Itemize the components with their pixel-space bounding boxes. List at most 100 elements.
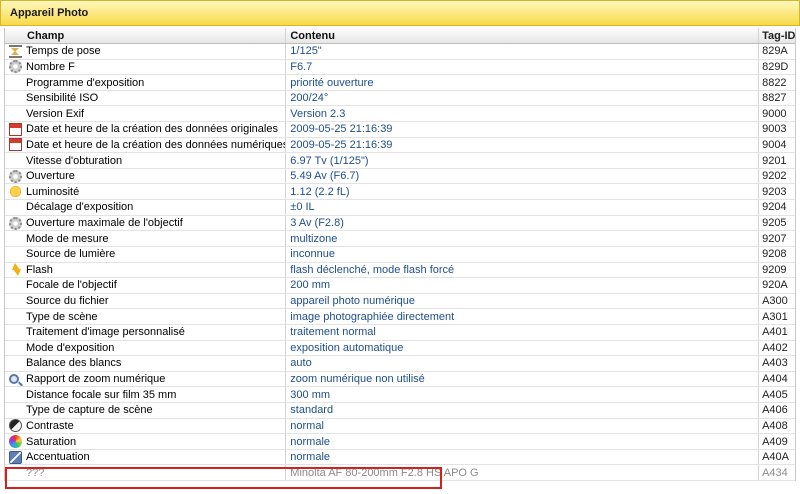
column-header-tag[interactable]: Tag-ID: [759, 28, 795, 43]
table-row[interactable]: Temps de pose 1/125" 829A: [5, 44, 795, 60]
panel-header: Appareil Photo: [0, 0, 800, 26]
blank-icon: [9, 326, 22, 339]
tag-cell: A408: [762, 419, 788, 432]
tag-cell: A402: [762, 341, 788, 354]
table-row[interactable]: Traitement d'image personnalisé traitemen…: [5, 324, 795, 341]
tag-cell: 8827: [762, 92, 787, 105]
table-row[interactable]: Décalage d'exposition ±0 IL 9204: [5, 200, 795, 216]
field-cell: Date et heure de la création des données…: [5, 137, 287, 153]
panel-title: Appareil Photo: [10, 7, 89, 19]
field-label: ???: [26, 466, 45, 479]
table-body: Temps de pose 1/125" 829A Nombre F F6.7 829D P…: [5, 44, 795, 482]
table-row[interactable]: Type de capture de scène standard A406: [5, 403, 795, 419]
table-row[interactable]: Version Exif Version 2.3 9000: [5, 106, 795, 123]
table-row[interactable]: Accentuation normale A40A: [5, 449, 795, 466]
field-label: Distance focale sur film 35 mm: [26, 388, 177, 401]
tag-cell: A405: [762, 388, 788, 401]
value-cell: 200 mm: [286, 278, 760, 293]
table-row[interactable]: Sensibilité ISO 200/24° 8827: [5, 90, 795, 107]
table-row[interactable]: Focale de l'objectif 200 mm 920A: [5, 278, 795, 294]
value-cell: inconnue: [286, 246, 760, 262]
field-label: Type de scène: [26, 310, 98, 323]
value-cell: 5.49 Av (F6.7): [286, 168, 760, 184]
table-row[interactable]: Date et heure de la création des données…: [5, 122, 795, 138]
aperture-icon: [9, 60, 22, 74]
blank-icon: [9, 201, 22, 214]
field-cell: Programme d'exposition: [5, 75, 287, 90]
table-row[interactable]: Nombre F F6.7 829D: [5, 59, 795, 76]
table-row[interactable]: ??? Minolta AF 80-200mm F2.8 HS APO G A434: [5, 465, 795, 482]
tag-cell: 8822: [762, 76, 787, 89]
blank-icon: [9, 107, 22, 120]
field-label: Ouverture maximale de l'objectif: [26, 217, 183, 229]
field-label: Date et heure de la création des données…: [26, 123, 278, 136]
aperture-icon: [9, 169, 22, 183]
table-row[interactable]: Programme d'exposition priorité ouverture…: [5, 75, 795, 91]
field-label: Type de capture de scène: [26, 404, 153, 417]
value-cell: 1.12 (2.2 fL): [286, 184, 760, 200]
tag-cell: 920A: [762, 279, 788, 292]
value-cell: appareil photo numérique: [286, 293, 760, 309]
field-label: Version Exif: [26, 107, 85, 120]
field-label: Temps de pose: [26, 45, 101, 58]
value-cell: normal: [286, 418, 760, 434]
value-cell: exposition automatique: [286, 340, 760, 356]
blank-icon: [9, 310, 22, 323]
tag-cell: 9003: [762, 123, 787, 136]
table-row[interactable]: Contraste normal A408: [5, 418, 795, 435]
field-cell: Ouverture maximale de l'objectif: [5, 215, 287, 231]
table-row[interactable]: Balance des blancs auto A403: [5, 356, 795, 372]
field-cell: Vitesse d'obturation: [5, 153, 287, 168]
table-row[interactable]: Mode d'exposition exposition automatique A…: [5, 340, 795, 357]
table-row[interactable]: Distance focale sur film 35 mm 300 mm A405: [5, 387, 795, 404]
table-row[interactable]: Ouverture 5.49 Av (F6.7) 9202: [5, 168, 795, 185]
tag-cell: A403: [762, 357, 788, 370]
field-label: Mode de mesure: [26, 232, 109, 245]
field-label: Date et heure de la création des données…: [26, 138, 287, 151]
table-row[interactable]: Flash flash déclenché, mode flash forcé 92…: [5, 262, 795, 279]
field-cell: Temps de pose: [5, 44, 287, 59]
value-cell: normale: [286, 449, 760, 465]
field-label: Rapport de zoom numérique: [26, 373, 166, 386]
blank-icon: [9, 76, 22, 89]
table-row[interactable]: Luminosité 1.12 (2.2 fL) 9203: [5, 184, 795, 201]
zoom-icon: [9, 374, 19, 385]
table-row[interactable]: Ouverture maximale de l'objectif 3 Av (F2…: [5, 215, 795, 232]
table-row[interactable]: Saturation normale A409: [5, 434, 795, 450]
table-row[interactable]: Date et heure de la création des données…: [5, 137, 795, 154]
tag-cell: A300: [762, 295, 788, 308]
value-cell: F6.7: [286, 59, 760, 75]
tag-cell: A401: [762, 326, 788, 339]
tag-cell: 9202: [762, 170, 787, 183]
blank-icon: [9, 341, 22, 354]
field-cell: Nombre F: [5, 59, 287, 75]
column-header-value[interactable]: Contenu: [286, 28, 760, 43]
value-cell: image photographiée directement: [286, 309, 760, 324]
field-cell: Rapport de zoom numérique: [5, 371, 287, 387]
blank-icon: [9, 279, 22, 292]
column-header-field[interactable]: Champ: [5, 28, 287, 43]
field-cell: Type de scène: [5, 309, 287, 324]
table-row[interactable]: Mode de mesure multizone 9207: [5, 231, 795, 247]
tag-cell: 9004: [762, 138, 787, 151]
tag-cell: 9209: [762, 263, 787, 276]
aperture-icon: [9, 216, 22, 230]
value-cell: 300 mm: [286, 387, 760, 403]
blank-icon: [9, 232, 22, 245]
table-row[interactable]: Vitesse d'obturation 6.97 Tv (1/125") 9201: [5, 153, 795, 169]
field-label: Sensibilité ISO: [26, 92, 99, 105]
blank-icon: [9, 357, 22, 370]
table-row[interactable]: Rapport de zoom numérique zoom numérique …: [5, 371, 795, 388]
tag-cell: A406: [762, 404, 788, 417]
value-cell: zoom numérique non utilisé: [286, 371, 760, 387]
field-cell: Mode de mesure: [5, 231, 287, 246]
field-label: Programme d'exposition: [26, 76, 145, 89]
table-row[interactable]: Source du fichier appareil photo numériqu…: [5, 293, 795, 310]
contrast-icon: [9, 419, 22, 433]
field-cell: Sensibilité ISO: [5, 90, 287, 106]
flash-icon: [9, 263, 22, 277]
value-cell: 6.97 Tv (1/125"): [286, 153, 760, 168]
table-row[interactable]: Source de lumière inconnue 9208: [5, 246, 795, 263]
table-row[interactable]: Type de scène image photographiée directe…: [5, 309, 795, 325]
value-cell: normale: [286, 434, 760, 449]
